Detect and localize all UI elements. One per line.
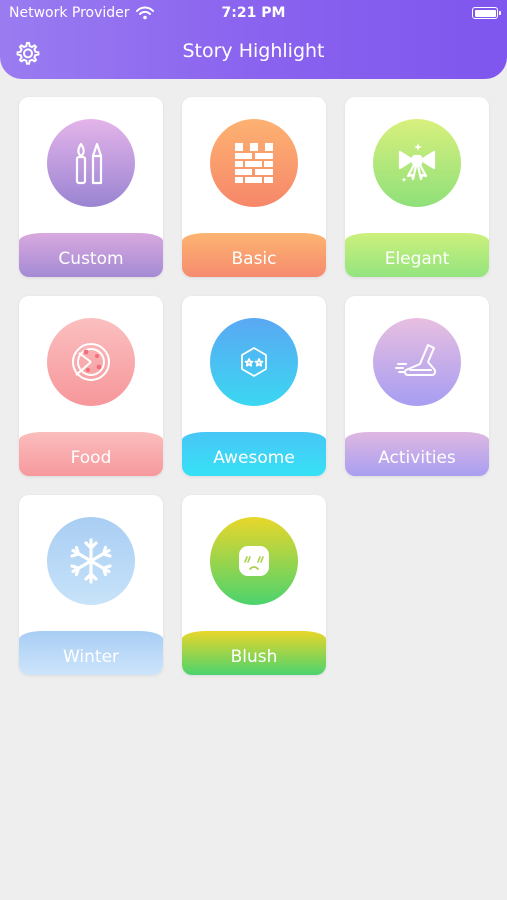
category-grid: Custom Basic Elegant Food Awesome Activi… <box>0 0 507 900</box>
icon-circle <box>47 119 135 207</box>
category-label: Food <box>19 432 163 476</box>
category-label: Elegant <box>345 233 489 277</box>
category-card-elegant[interactable]: Elegant <box>345 97 489 277</box>
icon-circle <box>210 318 298 406</box>
bow-icon <box>398 143 436 183</box>
icon-circle <box>210 119 298 207</box>
category-card-blush[interactable]: Blush <box>182 495 326 675</box>
icon-circle <box>210 517 298 605</box>
category-card-awesome[interactable]: Awesome <box>182 296 326 476</box>
icon-circle <box>47 318 135 406</box>
category-card-winter[interactable]: Winter <box>19 495 163 675</box>
icon-circle <box>373 318 461 406</box>
category-label: Blush <box>182 631 326 675</box>
brick-wall-icon <box>235 143 273 183</box>
category-card-basic[interactable]: Basic <box>182 97 326 277</box>
category-label: Custom <box>19 233 163 277</box>
brush-pencil-icon <box>75 142 103 185</box>
category-card-food[interactable]: Food <box>19 296 163 476</box>
category-card-activities[interactable]: Activities <box>345 296 489 476</box>
category-card-custom[interactable]: Custom <box>19 97 163 277</box>
category-label: Winter <box>19 631 163 675</box>
category-label: Awesome <box>182 432 326 476</box>
icon-circle <box>373 119 461 207</box>
pizza-icon <box>72 343 110 381</box>
blush-face-icon <box>239 546 269 576</box>
running-shoe-icon <box>395 344 437 376</box>
category-label: Basic <box>182 233 326 277</box>
icon-circle <box>47 517 135 605</box>
category-label: Activities <box>345 432 489 476</box>
snowflake-icon <box>70 538 112 584</box>
star-eyes-hexagon-icon <box>241 347 267 377</box>
